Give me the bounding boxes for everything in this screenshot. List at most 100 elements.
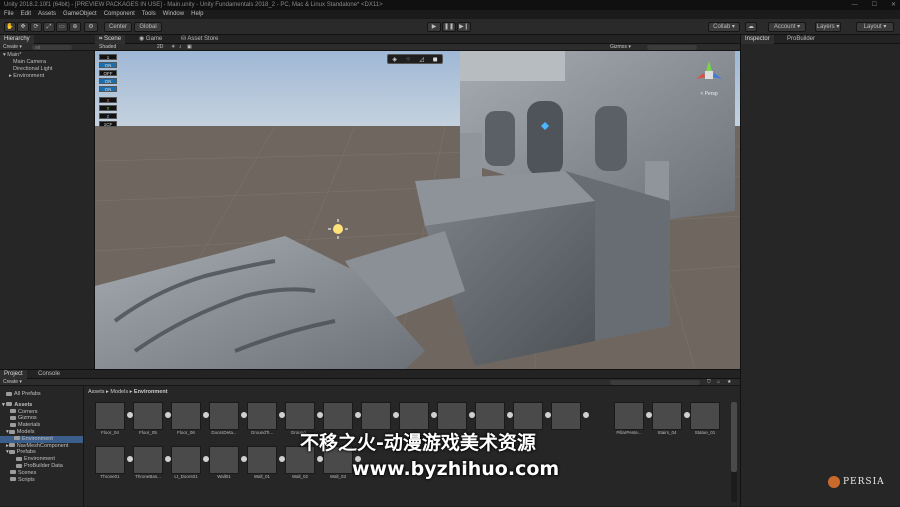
breadcrumb-models[interactable]: Models [110,389,128,395]
tab-console[interactable]: Console [34,370,64,379]
hierarchy-row-scene[interactable]: ▾ Main* [3,52,52,59]
angle-toggle-on[interactable]: ON [99,78,117,84]
tree-item-scenes[interactable]: Scenes [0,470,83,477]
axis-x-button[interactable]: X [99,97,117,103]
breadcrumb-environment[interactable]: Environment [134,389,168,395]
hierarchy-search-input[interactable]: All [32,45,72,50]
shading-mode-dropdown[interactable]: Shaded [99,44,116,51]
tree-item-models[interactable]: ▾ Models [0,429,83,436]
snap-value-field[interactable]: 1 [99,54,117,60]
asset-item[interactable] [437,402,475,430]
asset-item[interactable]: Floor_04 [95,402,133,436]
axis-z-button[interactable]: Z [99,113,117,119]
asset-item[interactable]: Floor_05 [133,402,171,436]
vertex-mode-icon[interactable]: ⁘ [406,56,411,63]
hand-tool-icon[interactable]: ✋ [4,22,16,32]
menu-gameobject[interactable]: GameObject [63,10,97,19]
asset-item[interactable]: Throne01 [95,446,133,480]
tree-item-scripts[interactable]: Scripts [0,477,83,484]
scene-effects-icon[interactable]: ▣ [187,44,192,51]
object-mode-icon[interactable]: ◈ [392,56,397,63]
project-create-button[interactable]: Create ▾ [3,379,22,386]
cloud-icon[interactable]: ☁ [745,22,757,32]
tab-project[interactable]: Project [0,370,27,379]
tree-item-prefabs-environment[interactable]: Environment [0,456,83,463]
axis-y-button[interactable]: Y [99,105,117,111]
transform-tool-icon[interactable]: ⊕ [69,22,81,32]
face-mode-icon[interactable]: ◼ [433,56,438,63]
snap-toggle-on[interactable]: ON [99,62,117,68]
scene-search-input[interactable] [647,45,697,50]
tab-probuilder[interactable]: ProBuilder [783,35,819,44]
grid-size-field[interactable]: 1CF [99,121,117,127]
asset-item[interactable]: DoorsDeta... [209,402,247,436]
space-toggle[interactable]: Global [134,22,162,32]
asset-item[interactable] [399,402,437,430]
edge-mode-icon[interactable]: ◿ [419,56,424,63]
asset-item[interactable] [323,402,361,430]
project-search-input[interactable] [610,380,700,385]
breadcrumb-assets[interactable]: Assets [88,389,105,395]
tab-game[interactable]: ◉ Game [135,35,166,44]
menu-window[interactable]: Window [163,10,184,19]
asset-item[interactable] [475,402,513,430]
asset-item[interactable]: Stairs_04 [652,402,690,436]
vertex-toggle-on[interactable]: ON [99,86,117,92]
tab-scene[interactable]: ⌗ Scene [95,35,126,44]
filter-type-icon[interactable]: ⛉ [707,379,711,386]
menu-assets[interactable]: Assets [38,10,56,19]
hierarchy-row-environment[interactable]: ▸ Environment [3,73,52,80]
asset-item[interactable]: PillarPeste... [614,402,652,436]
tree-item-prefabs[interactable]: ▾ Prefabs [0,449,83,456]
custom-tool-icon[interactable]: ⚙ [84,22,98,32]
filter-label-icon[interactable]: ⌂ [717,379,720,386]
tree-item-navmeshcomponent[interactable]: ▸ NavMeshComponent [0,443,83,450]
collab-dropdown[interactable]: Collab ▾ [708,22,740,32]
maximize-button[interactable]: ☐ [872,0,877,10]
rotate-tool-icon[interactable]: ⟳ [30,22,42,32]
account-dropdown[interactable]: Account ▾ [768,22,806,32]
layout-dropdown[interactable]: Layout ▾ [856,22,894,32]
menu-edit[interactable]: Edit [21,10,31,19]
move-tool-icon[interactable]: ✥ [17,22,29,32]
play-button-icon[interactable]: ▶ [427,22,441,32]
scene-viewport[interactable]: 1 ON OFF ON ON X Y Z 1CF ◈ ⁘ ◿ ◼ < Persp [95,51,740,369]
scene-audio-icon[interactable]: ♪ [179,44,182,51]
menu-tools[interactable]: Tools [142,10,156,19]
persp-label[interactable]: < Persp [692,91,726,97]
close-button[interactable]: ✕ [891,0,896,10]
tree-item-materials[interactable]: Materials [0,422,83,429]
asset-item[interactable] [513,402,551,430]
asset-item[interactable]: GroundTi... [247,402,285,436]
menu-help[interactable]: Help [191,10,203,19]
step-button-icon[interactable]: ▶❙ [457,22,471,32]
asset-item[interactable]: ThroneBas... [133,446,171,480]
tree-item-corners[interactable]: Corners [0,409,83,416]
menu-component[interactable]: Component [104,10,135,19]
layers-dropdown[interactable]: Layers ▾ [815,22,841,32]
tree-item-environment-selected[interactable]: Environment [0,435,83,443]
hierarchy-create-button[interactable]: Create ▾ [3,44,22,51]
asset-item[interactable] [361,402,399,430]
asset-item[interactable] [551,402,589,430]
tree-item-all-prefabs[interactable]: All Prefabs [0,391,83,398]
mode-2d-toggle[interactable]: 2D [157,44,163,51]
gizmos-dropdown[interactable]: Gizmos ▾ [610,44,631,51]
rect-tool-icon[interactable]: ▭ [56,22,68,32]
asset-item[interactable]: Wall_01 [247,446,285,480]
menu-file[interactable]: File [4,10,14,19]
scene-lighting-icon[interactable]: ☀ [171,44,175,51]
orientation-gizmo-icon[interactable]: < Persp [692,59,726,97]
favorite-icon[interactable]: ★ [727,379,731,386]
tree-item-probuilder-data[interactable]: ProBuilder Data [0,463,83,470]
tab-hierarchy[interactable]: Hierarchy [0,35,34,44]
tree-item-assets[interactable]: ▾ Assets [0,402,83,409]
asset-item[interactable]: Floor_06 [171,402,209,436]
scale-tool-icon[interactable]: ⤢ [43,22,55,32]
tree-item-gizmos[interactable]: Gizmos [0,415,83,422]
tab-inspector[interactable]: Inspector [741,35,774,44]
tab-asset-store[interactable]: ⛁ Asset Store [177,35,222,44]
pause-button-icon[interactable]: ❚❚ [442,22,456,32]
asset-item[interactable]: Wall01 [209,446,247,480]
hierarchy-row-main-camera[interactable]: Main Camera [3,59,52,66]
